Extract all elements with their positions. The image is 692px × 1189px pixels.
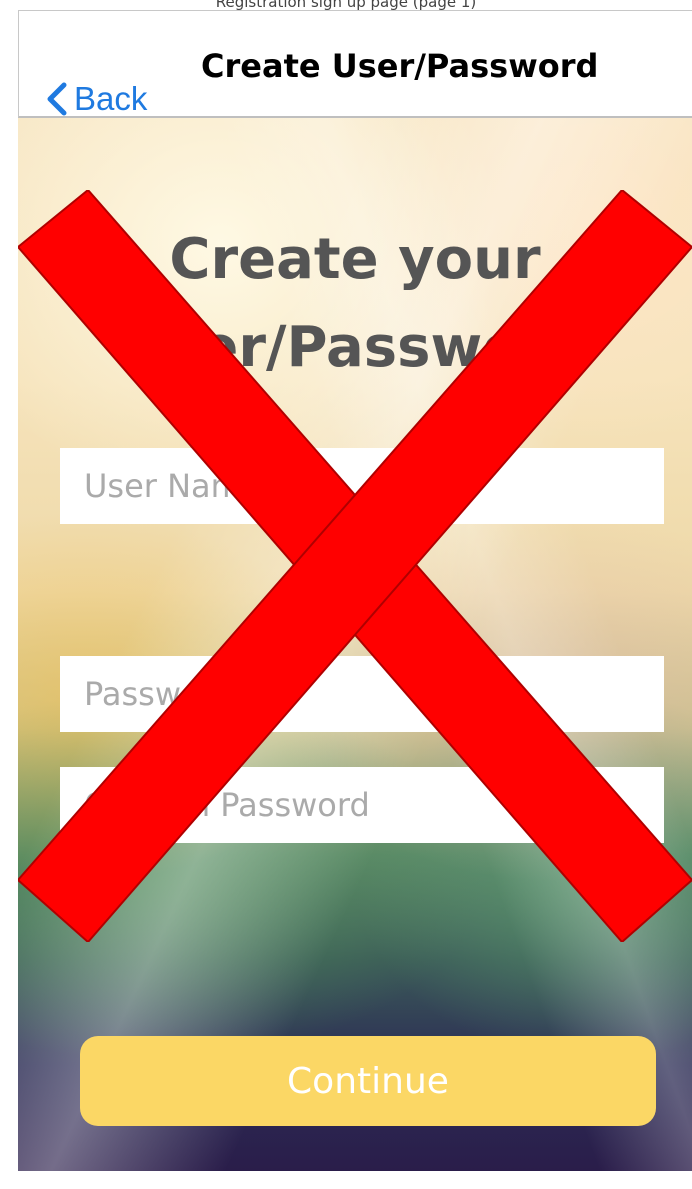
continue-label: Continue xyxy=(287,1060,449,1102)
page: Registration sign up page (page 1) Creat… xyxy=(0,0,692,1189)
confirm-password-field[interactable]: Confirm Password xyxy=(60,767,664,843)
username-field[interactable]: User Name xyxy=(60,448,664,524)
password-placeholder: Password xyxy=(84,675,234,713)
heading-line-2: User/Password xyxy=(121,315,589,380)
signup-screen: Create your User/Password User Name Pass… xyxy=(18,118,692,1171)
chevron-left-icon xyxy=(47,82,67,116)
page-heading: Create your User/Password xyxy=(18,216,692,392)
username-placeholder: User Name xyxy=(84,467,262,505)
heading-line-1: Create your xyxy=(169,227,541,292)
back-button[interactable]: Back xyxy=(42,74,147,124)
continue-button[interactable]: Continue xyxy=(80,1036,656,1126)
password-field[interactable]: Password xyxy=(60,656,664,732)
nav-title: Create User/Password xyxy=(201,47,599,85)
back-label: Back xyxy=(74,80,148,117)
confirm-password-placeholder: Confirm Password xyxy=(84,786,370,824)
